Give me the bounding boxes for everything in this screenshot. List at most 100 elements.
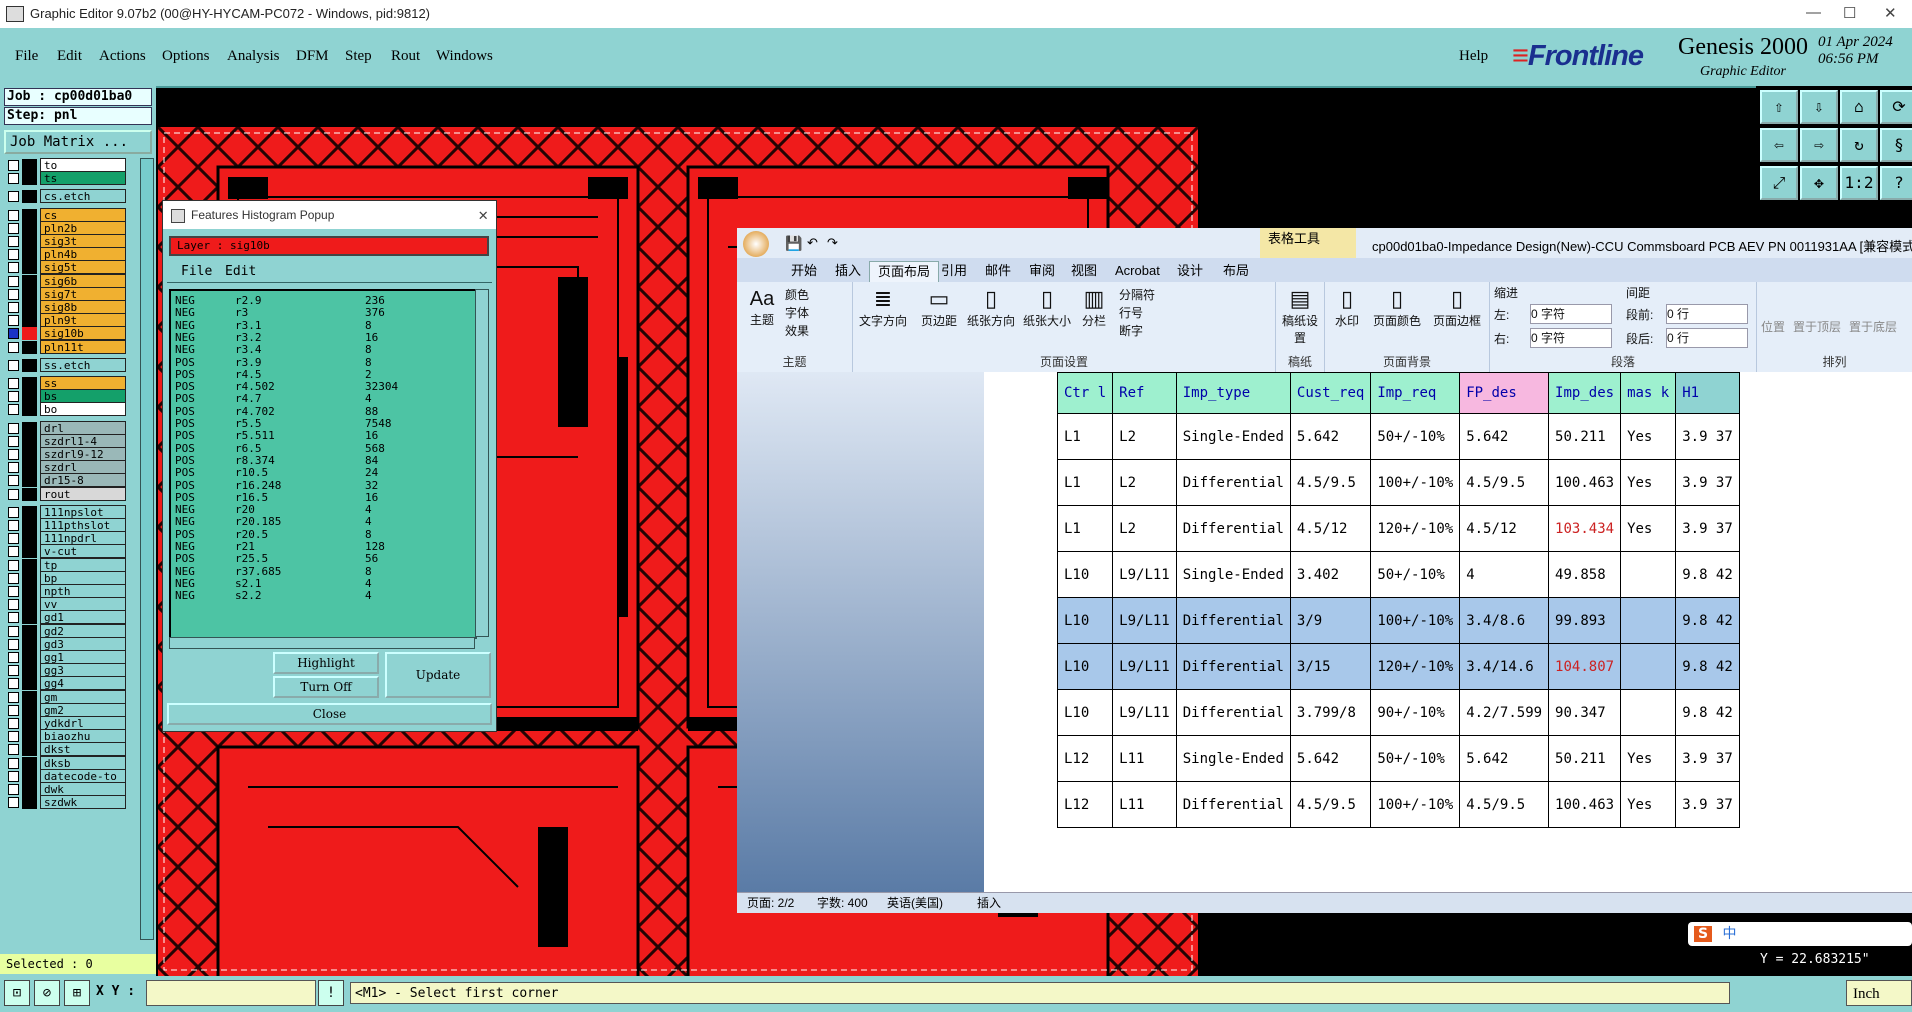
minimize-button[interactable]: — xyxy=(1806,4,1821,21)
ime-toolbar[interactable]: S 中 xyxy=(1688,922,1912,946)
units-selector[interactable]: Inch xyxy=(1846,980,1912,1006)
margins-button[interactable]: ▭ 页边距 xyxy=(917,286,961,329)
layer-checkbox[interactable] xyxy=(8,520,19,531)
layer-checkbox[interactable] xyxy=(8,404,19,416)
indent-left-input[interactable]: 0 字符 xyxy=(1530,304,1612,324)
send-to-back-button[interactable]: 置于底层 xyxy=(1849,318,1897,335)
layer-row[interactable]: szdwk xyxy=(4,795,140,810)
bring-to-front-button[interactable]: 置于顶层 xyxy=(1793,318,1841,335)
center-icon[interactable]: ✥ xyxy=(1800,166,1838,200)
orientation-button[interactable]: ▯ 纸张方向 xyxy=(965,286,1017,329)
grid-icon[interactable]: ⊞ xyxy=(64,980,90,1006)
redraw-icon[interactable]: ⟳ xyxy=(1880,90,1912,124)
theme-colors-button[interactable]: 颜色 xyxy=(785,286,809,303)
home-view-icon[interactable]: ⌂ xyxy=(1840,90,1878,124)
layer-checkbox[interactable] xyxy=(8,546,19,558)
position-button[interactable]: 位置 xyxy=(1761,318,1785,335)
layer-checkbox[interactable] xyxy=(8,652,19,663)
breaks-button[interactable]: 分隔符 xyxy=(1119,286,1155,303)
layer-checkbox[interactable] xyxy=(8,572,19,584)
layer-checkbox[interactable] xyxy=(8,586,19,597)
layer-checkbox[interactable] xyxy=(8,236,19,247)
indent-right-input[interactable]: 0 字符 xyxy=(1530,328,1612,348)
layer-checkbox[interactable] xyxy=(8,359,19,371)
ribbon-tab[interactable]: 布局 xyxy=(1215,261,1257,281)
histogram-horizontal-scrollbar[interactable] xyxy=(169,637,475,649)
close-button[interactable]: ✕ xyxy=(1884,4,1897,22)
layer-list-scrollbar[interactable] xyxy=(140,158,154,940)
undo-icon[interactable]: ↶ xyxy=(807,235,818,251)
layer-checkbox[interactable] xyxy=(8,731,19,743)
table-row[interactable]: L10 L9/L11 Differential 3.799/8 90+/-10% 4.2/… xyxy=(1056,689,1740,736)
layer-checkbox[interactable] xyxy=(8,391,19,403)
table-row[interactable]: L1 L2 Single-Ended 5.642 50+/-10% 5.642 50.211… xyxy=(1056,413,1740,460)
layer-checkbox[interactable] xyxy=(8,718,19,729)
layer-checkbox[interactable] xyxy=(8,612,19,624)
scale-1-1-icon[interactable]: 1:2 xyxy=(1840,166,1878,200)
layer-checkbox[interactable] xyxy=(8,488,19,500)
ribbon-tab[interactable]: Acrobat xyxy=(1107,261,1168,281)
measure-icon[interactable]: ⊘ xyxy=(34,980,60,1006)
layer-row[interactable]: ss.etch xyxy=(4,357,140,373)
layer-checkbox[interactable] xyxy=(8,288,19,300)
snap-icon[interactable]: § xyxy=(1880,128,1912,162)
layer-checkbox[interactable] xyxy=(8,704,19,716)
table-row[interactable]: L1 L2 Differential 4.5/12 120+/-10% 4.5/12 103… xyxy=(1056,505,1740,552)
layer-checkbox[interactable] xyxy=(8,222,19,234)
manuscript-settings-button[interactable]: ▤ 稿纸设置 xyxy=(1280,286,1320,346)
menu-actions[interactable]: Actions xyxy=(99,48,146,65)
layer-row[interactable]: pln11t xyxy=(4,339,140,355)
layer-checkbox[interactable] xyxy=(8,449,19,460)
ime-mode-label[interactable]: 中 xyxy=(1723,926,1737,942)
layer-checkbox[interactable] xyxy=(8,533,19,545)
spacing-after-input[interactable]: 0 行 xyxy=(1666,328,1748,348)
update-button[interactable]: Update xyxy=(385,652,491,698)
document-area[interactable]: Ctr l Ref Imp_type Cust_req Imp_req FP_des Imp… xyxy=(737,372,1912,892)
columns-button[interactable]: ▥ 分栏 xyxy=(1077,286,1111,329)
highlight-button[interactable]: Highlight xyxy=(273,652,379,674)
layer-checkbox[interactable] xyxy=(8,302,19,313)
status-lang[interactable]: 英语(美国) xyxy=(887,893,943,913)
layer-checkbox[interactable] xyxy=(8,678,19,690)
spacing-before-input[interactable]: 0 行 xyxy=(1666,304,1748,324)
size-button[interactable]: ▯ 纸张大小 xyxy=(1021,286,1073,329)
ribbon-tab[interactable]: 邮件 xyxy=(977,261,1019,281)
page-borders-button[interactable]: ▯ 页面边框 xyxy=(1429,286,1485,329)
layer-checkbox[interactable] xyxy=(8,249,19,261)
layer-checkbox[interactable] xyxy=(8,475,19,487)
zoom-back-icon[interactable]: ⇩ xyxy=(1800,90,1838,124)
layer-row[interactable]: bo xyxy=(4,402,140,417)
rotate-icon[interactable]: ↻ xyxy=(1840,128,1878,162)
table-row[interactable]: L12 L11 Single-Ended 5.642 50+/-10% 5.642 50.2… xyxy=(1056,735,1740,782)
zoom-home-icon[interactable]: ⇧ xyxy=(1760,90,1798,124)
job-matrix-button[interactable]: Job Matrix ... xyxy=(4,130,152,154)
layer-checkbox[interactable] xyxy=(8,462,19,474)
layer-checkbox[interactable] xyxy=(8,691,19,703)
ribbon-tab[interactable]: 插入 xyxy=(827,261,869,281)
layer-checkbox[interactable] xyxy=(8,599,19,611)
ribbon-tab[interactable]: 页面布局 xyxy=(869,261,940,282)
layer-checkbox[interactable] xyxy=(8,797,19,809)
layer-checkbox[interactable] xyxy=(8,435,19,447)
layer-checkbox[interactable] xyxy=(8,665,19,677)
redo-icon[interactable]: ↷ xyxy=(827,235,838,251)
table-row[interactable]: L10 L9/L11 Single-Ended 3.402 50+/-10% 4 49.85… xyxy=(1056,551,1740,598)
xy-input[interactable] xyxy=(146,980,316,1006)
menu-rout[interactable]: Rout xyxy=(391,48,420,65)
layer-checkbox[interactable] xyxy=(8,209,19,221)
layer-checkbox[interactable] xyxy=(8,328,19,340)
layer-checkbox[interactable] xyxy=(8,757,19,769)
line-numbers-button[interactable]: 行号 xyxy=(1119,304,1143,321)
ribbon-tab[interactable]: 设计 xyxy=(1169,261,1211,281)
theme-button[interactable]: Aa 主题 xyxy=(745,288,779,328)
table-row[interactable]: L1 L2 Differential 4.5/9.5 100+/-10% 4.5/9.5 1… xyxy=(1056,459,1740,506)
layer-row[interactable]: cs.etch xyxy=(4,189,140,204)
menu-dfm[interactable]: DFM xyxy=(296,48,329,65)
layer-checkbox[interactable] xyxy=(8,262,19,274)
status-page[interactable]: 页面: 2/2 xyxy=(747,893,794,913)
popup-menu-edit[interactable]: Edit xyxy=(225,264,256,279)
layer-checkbox[interactable] xyxy=(8,422,19,434)
menu-analysis[interactable]: Analysis xyxy=(227,48,280,65)
menu-help[interactable]: Help xyxy=(1459,48,1488,65)
layer-checkbox[interactable] xyxy=(8,770,19,782)
